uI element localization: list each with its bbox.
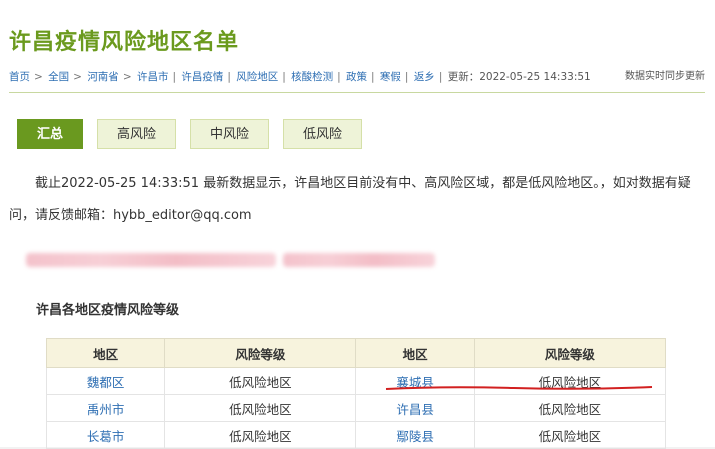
header-risk-level: 风险等级 [473, 338, 667, 368]
tab-summary[interactable]: 汇总 [17, 119, 84, 149]
breadcrumb-home[interactable]: 首页 [9, 71, 30, 83]
update-time: 更新：2022-05-25 14:33:51 [447, 71, 591, 83]
breadcrumb-national[interactable]: 全国 [48, 71, 69, 83]
section-title: 许昌各地区疫情风险等级 [36, 303, 180, 318]
breadcrumb-policy[interactable]: 政策 [346, 71, 367, 83]
breadcrumb: 首页 > 全国 > 河南省 > 许昌市 | 许昌疫情 | 风险地区 | 核酸检测 | 政策 | … [9, 71, 591, 83]
page-title: 许昌疫情风险地区名单 [9, 30, 240, 55]
region-link[interactable]: 魏都区 [45, 367, 166, 395]
risk-level: 低风险地区 [473, 421, 667, 449]
page: 许昌疫情风险地区名单 首页 > 全国 > 河南省 > 许昌市 | 许昌疫情 | 风险地区 |… [0, 0, 715, 449]
breadcrumb-winter[interactable]: 寒假 [380, 71, 401, 83]
header-region: 地区 [45, 338, 166, 368]
breadcrumb-epidemic[interactable]: 许昌疫情 [181, 71, 223, 83]
breadcrumb-henan[interactable]: 河南省 [87, 71, 119, 83]
risk-level: 低风险地区 [164, 421, 357, 449]
tab-medium-risk[interactable]: 中风险 [190, 119, 270, 149]
risk-table: 地区 风险等级 地区 风险等级 魏都区 低风险地区 襄城县 低风险地区 禹州市 … [45, 338, 667, 449]
region-link[interactable]: 许昌县 [355, 394, 475, 422]
risk-level: 低风险地区 [164, 394, 357, 422]
table-header-row: 地区 风险等级 地区 风险等级 [45, 338, 667, 368]
region-link[interactable]: 长葛市 [45, 421, 166, 449]
region-link[interactable]: 鄢陵县 [355, 421, 475, 449]
header-risk-level: 风险等级 [164, 338, 357, 368]
breadcrumb-xuchang[interactable]: 许昌市 [137, 71, 169, 83]
breadcrumb-return[interactable]: 返乡 [414, 71, 435, 83]
blurred-banner-left [26, 253, 276, 267]
header-region: 地区 [355, 338, 475, 368]
risk-level: 低风险地区 [473, 394, 667, 422]
risk-level: 低风险地区 [164, 367, 357, 395]
table-row: 长葛市 低风险地区 鄢陵县 低风险地区 [45, 421, 667, 449]
risk-tabs: 汇总 高风险 中风险 低风险 [17, 119, 363, 149]
region-link[interactable]: 禹州市 [45, 394, 166, 422]
tab-low-risk[interactable]: 低风险 [283, 119, 363, 149]
table-row: 禹州市 低风险地区 许昌县 低风险地区 [45, 394, 667, 422]
red-annotation-underline [385, 386, 653, 390]
breadcrumb-risk[interactable]: 风险地区 [236, 71, 278, 83]
sync-note: 数据实时同步更新 [625, 71, 705, 82]
notice-text: 截止2022-05-25 14:33:51 最新数据显示，许昌地区目前没有中、高… [9, 176, 691, 223]
breadcrumb-test[interactable]: 核酸检测 [291, 71, 333, 83]
divider [9, 92, 705, 93]
blurred-banner-right [283, 253, 435, 267]
tab-high-risk[interactable]: 高风险 [97, 119, 177, 149]
